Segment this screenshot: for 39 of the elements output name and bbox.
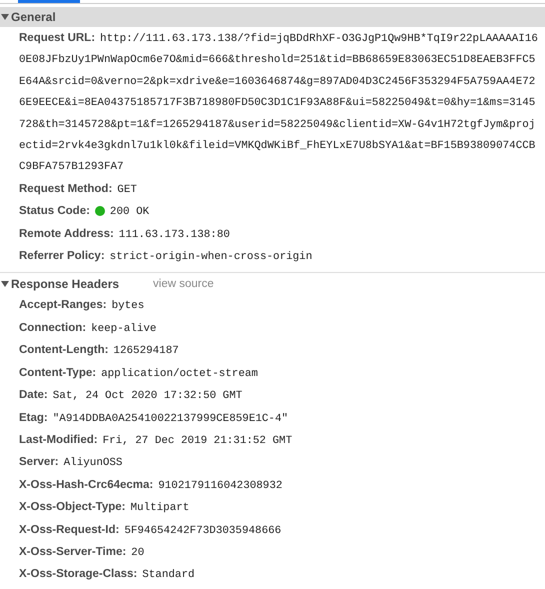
header-value: keep-alive — [91, 322, 156, 335]
header-name: Referrer Policy: — [19, 250, 105, 262]
header-value: 200 OK — [110, 206, 150, 218]
header-value: GET — [117, 184, 137, 196]
header-name: X-Oss-Storage-Class: — [19, 568, 138, 580]
header-name: Server: — [19, 456, 59, 468]
section-toggle[interactable]: General — [0, 10, 56, 24]
header-value: 1265294187 — [113, 345, 179, 358]
header-name: Etag: — [19, 412, 48, 424]
header-name: X-Oss-Hash-Crc64ecma: — [19, 478, 154, 491]
header-name: Content-Type: — [19, 366, 96, 379]
header-value: 111.63.173.138:80 — [118, 228, 230, 241]
header-name: Last-Modified: — [19, 434, 98, 446]
section-title: General — [11, 10, 56, 24]
tab-underline — [18, 0, 80, 3]
header-name: Date: — [19, 389, 48, 402]
header-name: Content-Length: — [19, 344, 108, 356]
header-name: Status Code: — [19, 205, 90, 218]
header-name: Accept-Ranges: — [19, 299, 107, 312]
view-source-link[interactable]: view source — [153, 278, 214, 290]
header-value: 20 — [131, 546, 144, 559]
header-value: Multipart — [130, 502, 190, 514]
header-value: 9102179116042308932 — [158, 480, 282, 492]
header-value: bytes — [112, 300, 144, 312]
header-value: 5F94654242F73D3035948666 — [124, 524, 282, 537]
header-name: Remote Address: — [19, 228, 114, 240]
header-value: "A914DDBA0A25410022137999CE859E1C-4" — [52, 412, 288, 424]
header-value: strict-origin-when-cross-origin — [110, 251, 312, 264]
header-value: AliyunOSS — [64, 457, 122, 470]
header-name: Request Method: — [19, 182, 112, 195]
header-value: application/octet-stream — [101, 368, 258, 380]
header-name: X-Oss-Server-Time: — [19, 546, 126, 558]
header-name: Connection: — [19, 322, 86, 334]
request-url-entry: Request URL: http://111.63.173.138/?fid=jqBDdRhXF-O3GJgP1Qw9HB*TqI9r22pLAAAAAI160E08JFbzUy1PWnWapOcm6e7O&mid=666&threshold=251&tid=BB68659E83063EC51D8EAEB3FFC5E64A&srcid=0&verno=2&pk=xdrive&e=1603646874&g=897AD04D3C2456F353294F5A759AA4E726E9EECE&i=8EA04375185717F3B718980FD50C3D1C1F93A88F&ui=58225049&t=0&hy=1&ms=3145728&th=3145728&pt=1&f=1265294187&userid=58225049&clientid=XW-G4v1H72tgfJym&projectid=2rvk4e3gkdnl7u1kl0k&fileid=VMKQdWKiBf_FhEYLxE7U8bSYA1&at=BF15B93809074CCBC9BFA757B1293FA7 — [19, 31, 539, 176]
header-name: X-Oss-Object-Type: — [19, 501, 126, 514]
header-value: Fri, 27 Dec 2019 21:31:52 GMT — [102, 434, 292, 447]
header-value: Standard — [142, 569, 195, 582]
header-value: Sat, 24 Oct 2020 17:32:50 GMT — [52, 390, 242, 402]
header-name: X-Oss-Request-Id: — [19, 524, 120, 536]
